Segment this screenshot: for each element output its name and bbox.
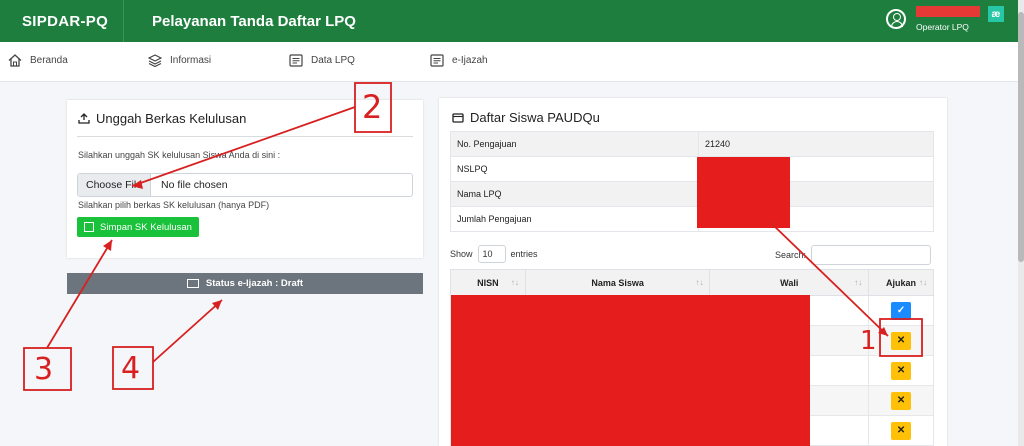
user-block[interactable]: Operator LPQ — [916, 6, 980, 32]
column-wali[interactable]: Wali ↑↓ — [709, 269, 870, 296]
layers-icon — [148, 54, 162, 67]
annotation-label-4: 4 — [121, 351, 141, 386]
redacted-student-rows — [451, 295, 810, 446]
arrowhead-4 — [212, 300, 222, 310]
document-icon — [186, 279, 199, 288]
redacted-lpq-info — [697, 157, 790, 228]
nav-item-beranda[interactable]: Beranda — [8, 54, 68, 67]
table-row: Nama LPQ — [450, 181, 934, 207]
app-badge-icon: æ — [988, 6, 1004, 22]
nav-label: Informasi — [170, 55, 212, 66]
sort-icon: ↑↓ — [695, 278, 704, 287]
annotation-label-3: 3 — [34, 352, 54, 387]
student-list-title: Daftar Siswa PAUDQu — [452, 110, 600, 125]
table-row: Jumlah Pengajuan — [450, 206, 934, 232]
page-length-select[interactable]: 10 — [477, 245, 506, 263]
nav-item-informasi[interactable]: Informasi — [148, 54, 211, 67]
submission-info-table: No. Pengajuan 21240 NSLPQ Nama LPQ Jumlah… — [450, 131, 934, 232]
table-search: Search: — [775, 245, 932, 265]
table-row: NSLPQ — [450, 156, 934, 182]
upload-card-title: Unggah Berkas Kelulusan — [78, 111, 246, 126]
file-input[interactable]: Choose File No file chosen — [77, 173, 413, 197]
submit-button[interactable]: ✕ — [891, 361, 912, 380]
floppy-icon — [84, 222, 95, 232]
approved-check-button[interactable]: ✓ — [891, 301, 912, 320]
sort-icon: ↑↓ — [854, 278, 863, 287]
annotation-label-2: 2 — [362, 88, 383, 126]
sort-icon: ↑↓ — [510, 278, 519, 287]
submit-button[interactable]: ✕ — [891, 391, 912, 410]
submit-button[interactable]: ✕ — [891, 421, 912, 440]
arrow-4 — [152, 299, 223, 363]
top-bar: SIPDAR-PQ Pelayanan Tanda Daftar LPQ Ope… — [0, 0, 1018, 42]
page-length-control: Show 10 entries — [450, 245, 538, 263]
annotation-label-1: 1 — [860, 326, 877, 356]
file-type-hint: Silahkan pilih berkas SK kelulusan (hany… — [78, 200, 270, 210]
nav-item-data-lpq[interactable]: Data LPQ — [289, 54, 355, 67]
table-header-row: NISN ↑↓ Nama Siswa ↑↓ Wali ↑↓ Ajukan ↑↓ — [450, 269, 934, 296]
user-role: Operator LPQ — [916, 22, 969, 32]
file-status: No file chosen — [161, 179, 228, 191]
column-nama-siswa[interactable]: Nama Siswa ↑↓ — [524, 269, 711, 296]
nav-label: Beranda — [30, 55, 68, 66]
column-nisn[interactable]: NISN ↑↓ — [450, 269, 526, 296]
brand-logo[interactable]: SIPDAR-PQ — [0, 0, 124, 42]
user-circle-icon[interactable] — [886, 9, 906, 29]
app-title: Pelayanan Tanda Daftar LPQ — [152, 12, 356, 30]
list-icon — [430, 54, 444, 67]
nav-item-e-ijazah[interactable]: e-Ijazah — [430, 54, 488, 67]
user-menu[interactable]: Operator LPQ æ — [886, 6, 1004, 32]
nav-label: Data LPQ — [311, 55, 355, 66]
list-icon — [289, 54, 303, 67]
choose-file-button[interactable]: Choose File — [78, 174, 152, 196]
page-scrollbar[interactable] — [1018, 0, 1024, 446]
home-icon — [8, 54, 22, 67]
status-badge: Status e-Ijazah : Draft — [67, 273, 423, 294]
folder-icon — [452, 113, 464, 123]
upload-icon — [78, 113, 90, 124]
search-input[interactable] — [811, 245, 932, 265]
column-ajukan[interactable]: Ajukan ↑↓ — [868, 269, 934, 296]
nav-label: e-Ijazah — [452, 55, 488, 66]
scrollbar-thumb[interactable] — [1018, 12, 1024, 262]
table-row: No. Pengajuan 21240 — [450, 131, 934, 157]
submit-button[interactable]: ✕ — [891, 331, 912, 350]
redacted-username — [916, 6, 980, 17]
main-nav: Beranda Informasi Data LPQ e-Ijazah — [0, 42, 1018, 82]
divider — [77, 136, 413, 137]
sort-icon: ↑↓ — [919, 278, 927, 287]
save-sk-button[interactable]: Simpan SK Kelulusan — [77, 217, 199, 237]
upload-help-text: Silahkan unggah SK kelulusan Siswa Anda … — [78, 150, 281, 160]
